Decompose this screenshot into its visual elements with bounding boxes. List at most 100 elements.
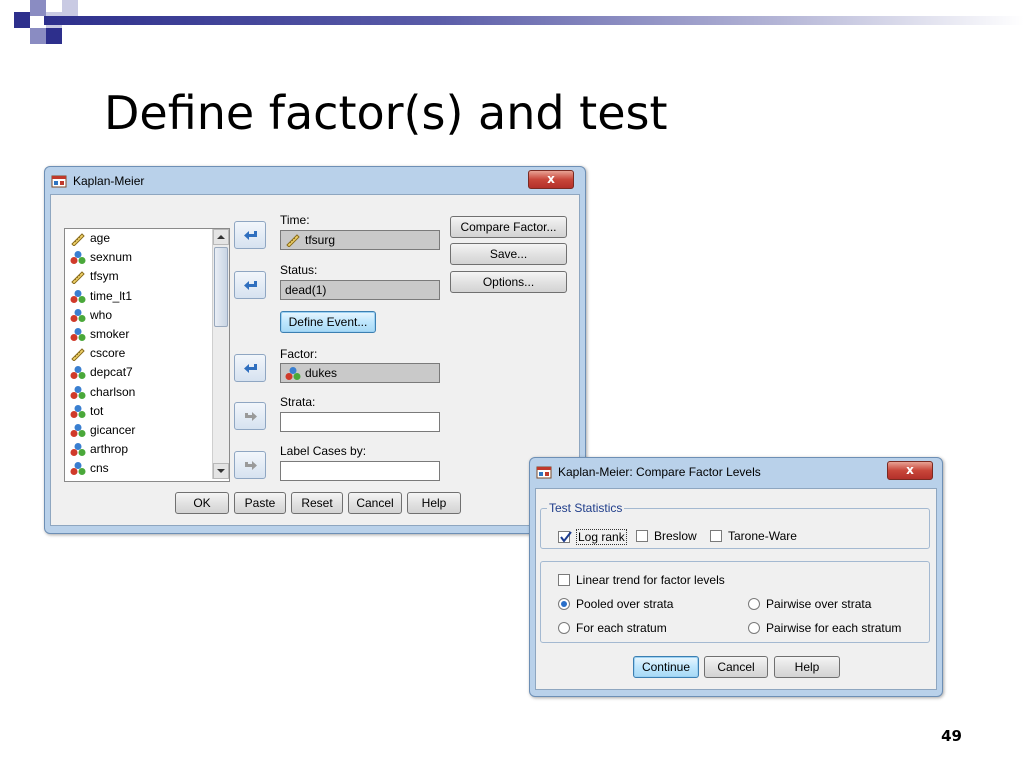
reset-button[interactable]: Reset [291, 492, 343, 514]
scale-ruler-icon [70, 346, 86, 362]
time-field[interactable]: tfsurg [280, 230, 440, 250]
breslow-checkbox[interactable]: Breslow [636, 529, 697, 543]
variable-name: charlson [90, 384, 136, 399]
title-bar[interactable]: Kaplan-Meier x [45, 167, 585, 193]
scroll-down-button[interactable] [213, 463, 229, 479]
radio-dot [748, 622, 760, 634]
checkbox-box [636, 530, 648, 542]
move-to-status-button[interactable] [234, 271, 266, 299]
close-button[interactable]: x [887, 461, 933, 480]
title-bar[interactable]: Kaplan-Meier: Compare Factor Levels x [530, 458, 942, 484]
spss-app-icon [51, 175, 67, 188]
move-to-factor-button[interactable] [234, 354, 266, 382]
variable-name: sexnum [90, 250, 133, 265]
strata-field[interactable] [280, 412, 440, 432]
log-rank-checkbox[interactable]: Log rank [558, 529, 627, 545]
list-item[interactable]: cscore [65, 344, 229, 363]
list-item[interactable]: cns [65, 459, 229, 478]
define-event-label: Define Event... [288, 315, 368, 329]
close-button[interactable]: x [528, 170, 574, 189]
triangle-down-icon [217, 469, 225, 473]
test-statistics-legend: Test Statistics [549, 501, 623, 515]
arrow-left-icon [244, 231, 257, 240]
dialog-body: age sexnum tfsym time_lt1 who smoker cscore dep… [50, 194, 580, 526]
cancel-label: Cancel [356, 496, 394, 510]
ok-label: OK [193, 496, 211, 510]
variable-name: depcat7 [90, 365, 133, 380]
help-label: Help [421, 496, 447, 510]
ok-button[interactable]: OK [175, 492, 229, 514]
options-label: Options... [482, 275, 535, 289]
move-to-strata-button[interactable] [234, 402, 266, 430]
status-value: dead(1) [285, 283, 327, 297]
list-item[interactable]: time_lt1 [65, 287, 229, 306]
nominal-balls-icon [70, 423, 86, 438]
checkbox-box [710, 530, 722, 542]
tarone-ware-checkbox[interactable]: Tarone-Ware [710, 529, 797, 543]
variable-list-scrollbar[interactable] [212, 229, 229, 479]
continue-button[interactable]: Continue [633, 656, 699, 678]
nominal-balls-icon [70, 385, 86, 400]
nominal-balls-icon [70, 365, 86, 380]
variable-name: who [90, 307, 113, 322]
list-item[interactable]: age [65, 229, 229, 248]
arrow-right-icon [245, 461, 257, 470]
cancel-button[interactable]: Cancel [348, 492, 402, 514]
scale-ruler-icon [70, 231, 86, 247]
list-item[interactable]: sexnum [65, 248, 229, 267]
move-to-label-cases-button[interactable] [234, 451, 266, 479]
list-item[interactable]: charlson [65, 383, 229, 402]
label-cases-field[interactable] [280, 461, 440, 481]
arrow-right-icon [245, 412, 257, 421]
time-value: tfsurg [305, 233, 336, 247]
pooled-label: Pooled over strata [576, 597, 674, 611]
triangle-up-icon [217, 235, 225, 239]
pairwise-over-strata-radio[interactable]: Pairwise over strata [748, 597, 871, 611]
cancel-button[interactable]: Cancel [704, 656, 768, 678]
paste-button[interactable]: Paste [234, 492, 286, 514]
define-event-button[interactable]: Define Event... [280, 311, 376, 333]
options-button[interactable]: Options... [450, 271, 567, 293]
compare-factor-levels-dialog: Kaplan-Meier: Compare Factor Levels x Te… [529, 457, 943, 697]
list-item[interactable]: who [65, 306, 229, 325]
deco-square [62, 0, 78, 16]
reset-label: Reset [301, 496, 333, 510]
pairwise-for-each-stratum-radio[interactable]: Pairwise for each stratum [748, 621, 901, 635]
pooled-over-strata-radio[interactable]: Pooled over strata [558, 597, 673, 611]
help-label: Help [794, 660, 820, 674]
help-button[interactable]: Help [407, 492, 461, 514]
kaplan-meier-dialog: Kaplan-Meier x age sexnum tfsym time_lt1 who… [44, 166, 586, 534]
variable-list[interactable]: age sexnum tfsym time_lt1 who smoker cscore dep… [64, 228, 230, 482]
status-field[interactable]: dead(1) [280, 280, 440, 300]
page-number: 49 [941, 727, 962, 745]
factor-field[interactable]: dukes [280, 363, 440, 383]
deco-square [14, 12, 30, 28]
list-item[interactable]: arthrop [65, 440, 229, 459]
factor-label: Factor: [280, 347, 318, 361]
nominal-balls-icon [70, 289, 86, 304]
list-item[interactable]: smoker [65, 325, 229, 344]
pairwise-label: Pairwise over strata [766, 597, 872, 611]
list-item[interactable]: tot [65, 402, 229, 421]
save-button[interactable]: Save... [450, 243, 567, 265]
compare-factor-label: Compare Factor... [460, 220, 557, 234]
list-item[interactable]: tfsym [65, 267, 229, 286]
deco-square [46, 28, 62, 44]
scroll-thumb[interactable] [214, 247, 228, 327]
nominal-balls-icon [70, 250, 86, 265]
help-button[interactable]: Help [774, 656, 840, 678]
tarone-ware-label: Tarone-Ware [728, 529, 797, 543]
linear-trend-checkbox[interactable]: Linear trend for factor levels [558, 573, 725, 587]
for-each-stratum-radio[interactable]: For each stratum [558, 621, 667, 635]
checkmark-icon [560, 531, 572, 543]
status-label: Status: [280, 263, 318, 277]
scale-ruler-icon [286, 234, 300, 247]
list-item[interactable]: depcat7 [65, 363, 229, 382]
compare-factor-button[interactable]: Compare Factor... [450, 216, 567, 238]
list-item[interactable]: gicancer [65, 421, 229, 440]
arrow-left-icon [244, 364, 257, 373]
variable-name: gicancer [90, 422, 136, 437]
scroll-up-button[interactable] [213, 229, 229, 245]
for-each-label: For each stratum [576, 621, 667, 635]
move-to-time-button[interactable] [234, 221, 266, 249]
